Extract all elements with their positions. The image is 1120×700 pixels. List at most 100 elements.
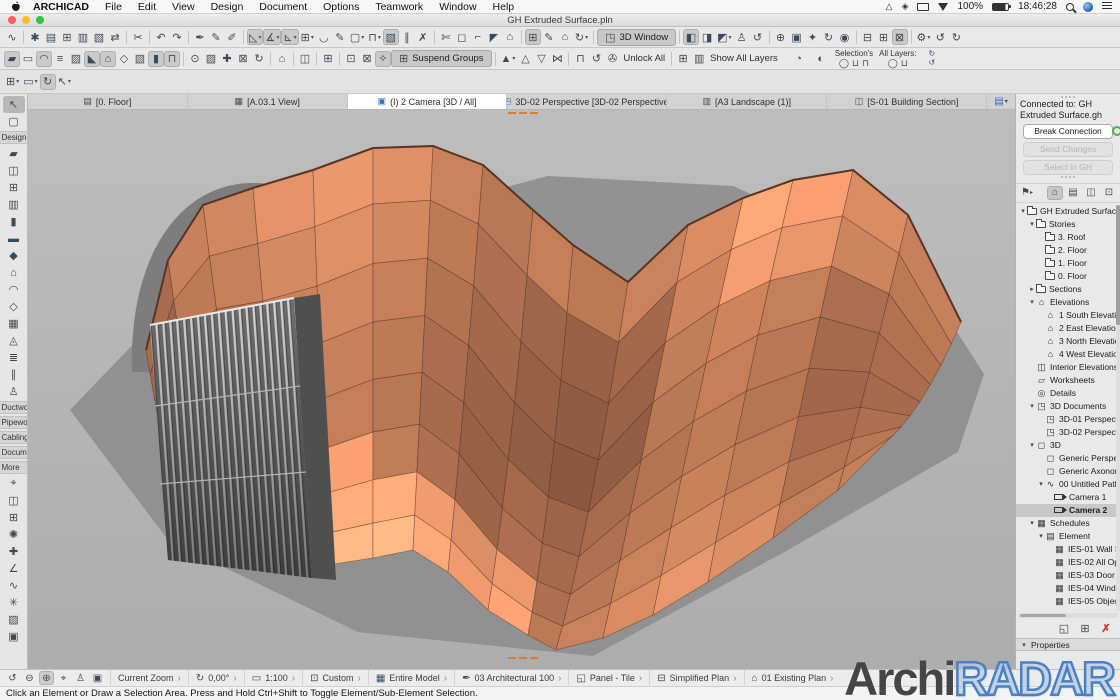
- document-tab[interactable]: ▤[0. Floor]: [28, 94, 188, 109]
- walk-icon[interactable]: ♙: [73, 671, 88, 685]
- slab-segment-icon[interactable]: ≡: [52, 51, 68, 67]
- project-map-button[interactable]: ⌂: [1047, 186, 1063, 200]
- dimension-tool[interactable]: ✚: [3, 543, 25, 560]
- walk-mode-icon[interactable]: ♙: [734, 29, 750, 45]
- select-in-gh-button[interactable]: Select in GH: [1023, 160, 1113, 175]
- 3d-projection-icon[interactable]: ◩▾: [715, 29, 733, 45]
- pan-icon[interactable]: ⌖: [56, 671, 71, 685]
- layer-combination-control[interactable]: ⊡Custom›: [302, 670, 368, 686]
- tree-item[interactable]: ▦IES-03 Door Sch: [1016, 569, 1120, 582]
- organizer-icon[interactable]: ▧: [91, 29, 107, 45]
- tree-item[interactable]: ▾GH Extruded Surface: [1016, 205, 1120, 218]
- tree-item[interactable]: ▾∿00 Untitled Path: [1016, 478, 1120, 491]
- gh-connection-icon[interactable]: ∿: [4, 29, 20, 45]
- layer-settings-icon[interactable]: ⊞: [675, 51, 691, 67]
- photo-render-icon[interactable]: ▣: [789, 29, 805, 45]
- tree-disclosure-icon[interactable]: ▾: [1028, 298, 1036, 306]
- zoom-control[interactable]: Current Zoom›: [110, 670, 188, 686]
- undo-icon[interactable]: ↶: [153, 29, 169, 45]
- tree-item[interactable]: ▾◳3D Documents: [1016, 400, 1120, 413]
- tree-item[interactable]: ▾▤Element: [1016, 530, 1120, 543]
- paste-settings-icon[interactable]: ⊞: [876, 29, 892, 45]
- door-tool[interactable]: ◫: [3, 162, 25, 179]
- graphic-overrides-control[interactable]: ⊟Simplified Plan›: [649, 670, 743, 686]
- window-tool[interactable]: ⊞: [3, 179, 25, 196]
- document-tab[interactable]: ◳3D-02 Perspective [3D-02 Perspective]: [507, 94, 667, 109]
- viewpoint-settings-button[interactable]: ◱: [1056, 621, 1072, 635]
- update-icon[interactable]: ↻: [948, 29, 964, 45]
- unlock-elements-icon[interactable]: ↺: [588, 51, 604, 67]
- pen-set-control[interactable]: ✒03 Architectural 100›: [454, 670, 568, 686]
- renovation-filter-control[interactable]: ⌂01 Existing Plan›: [744, 670, 841, 686]
- slab-tool[interactable]: ◆: [3, 247, 25, 264]
- tree-item[interactable]: ▦IES-05 Object I: [1016, 595, 1120, 608]
- reload-icon[interactable]: ↺: [932, 29, 948, 45]
- close-palette-icon[interactable]: ✗: [415, 29, 431, 45]
- settings-icon[interactable]: ⚙▾: [915, 29, 933, 45]
- move-group-icon[interactable]: ⊞: [525, 29, 541, 45]
- all-layers-show-icon[interactable]: ◯: [888, 59, 898, 68]
- tree-item[interactable]: ▾▦Schedules: [1016, 517, 1120, 530]
- camera-settings-icon[interactable]: ▣: [90, 671, 105, 685]
- column-segment-icon[interactable]: ▮: [148, 51, 164, 67]
- door-segment-icon[interactable]: ◠: [36, 51, 52, 67]
- properties-header[interactable]: ▾ Properties: [1016, 638, 1120, 651]
- figure-tool[interactable]: ▨: [3, 611, 25, 628]
- tree-disclosure-icon[interactable]: ▾: [1028, 519, 1036, 527]
- scale-control[interactable]: ▭1:100›: [244, 670, 302, 686]
- status-icon-2[interactable]: ◈: [902, 1, 909, 12]
- hide-layer-icon[interactable]: ◔: [791, 51, 807, 67]
- save-icon[interactable]: ⊞: [59, 29, 75, 45]
- favorites-icon[interactable]: ⊠: [892, 29, 908, 45]
- sync-icon[interactable]: ↻▾: [573, 29, 590, 45]
- intersect-icon[interactable]: ◤: [486, 29, 502, 45]
- 3d-style-shaded-icon[interactable]: ◨: [699, 29, 715, 45]
- columns-icon[interactable]: ∥: [399, 29, 415, 45]
- battery-icon[interactable]: [992, 3, 1009, 11]
- tree-item[interactable]: Camera 1: [1016, 491, 1120, 504]
- document-tab[interactable]: ◫[S-01 Building Section]: [827, 94, 987, 109]
- snap-points-icon[interactable]: ⊾▾: [281, 29, 298, 45]
- undo-layers-icon[interactable]: ↺: [929, 59, 936, 68]
- construction-box-icon[interactable]: ▢▾: [348, 29, 366, 45]
- spline-tool[interactable]: ∿: [3, 577, 25, 594]
- menu-window[interactable]: Window: [431, 1, 484, 13]
- spotlight-icon[interactable]: [1066, 3, 1074, 11]
- beam-segment-icon[interactable]: ⊓: [164, 51, 180, 67]
- tree-item[interactable]: ▦IES-01 Wall Sch: [1016, 543, 1120, 556]
- shell-tool[interactable]: ◠: [3, 281, 25, 298]
- trim-icon[interactable]: ✄: [438, 29, 454, 45]
- layout-book-button[interactable]: ◫: [1083, 186, 1099, 200]
- open-file-icon[interactable]: ▤: [43, 29, 59, 45]
- tree-item[interactable]: 0. Floor: [1016, 270, 1120, 283]
- tree-disclosure-icon[interactable]: ▾: [1019, 207, 1027, 215]
- selection-hide-icon[interactable]: ◯: [839, 59, 849, 68]
- zoom-out-icon[interactable]: ⊖: [22, 671, 37, 685]
- toolbox-group-document[interactable]: Docume: [0, 446, 28, 459]
- railing-tool[interactable]: ∥: [3, 366, 25, 383]
- beam-tool[interactable]: ▬: [3, 230, 25, 247]
- magic-wand-icon[interactable]: ✧: [375, 51, 391, 67]
- tree-disclosure-icon[interactable]: ▾: [1028, 402, 1036, 410]
- shell-segment-icon[interactable]: ⌂: [100, 51, 116, 67]
- siri-icon[interactable]: [1083, 2, 1093, 12]
- unlock-all-label[interactable]: Unlock All: [623, 53, 665, 64]
- roof-tool[interactable]: ⌂: [3, 264, 25, 281]
- grid-snap-icon[interactable]: ⊞▾: [299, 29, 316, 45]
- tree-item[interactable]: ⌂2 East Elevation (A: [1016, 322, 1120, 335]
- notification-center-icon[interactable]: [1102, 2, 1112, 11]
- marker-tool[interactable]: ⌖: [3, 475, 25, 492]
- tree-item[interactable]: ▦IES-02 All Open: [1016, 556, 1120, 569]
- layers-quick-icon[interactable]: ▧: [383, 29, 399, 45]
- tree-item[interactable]: 2. Floor: [1016, 244, 1120, 257]
- menu-options[interactable]: Options: [315, 1, 367, 13]
- rotate-icon[interactable]: ↻: [251, 51, 267, 67]
- send-changes-button[interactable]: Send Changes: [1023, 142, 1113, 157]
- menu-help[interactable]: Help: [485, 1, 523, 13]
- tree-item[interactable]: ⌂1 South Elevation (A: [1016, 309, 1120, 322]
- copy-settings-icon[interactable]: ⊟: [860, 29, 876, 45]
- toolbox-group-design[interactable]: Design: [0, 131, 28, 144]
- rotate-view-button[interactable]: ↻: [40, 74, 56, 90]
- section-tool[interactable]: ◫: [3, 492, 25, 509]
- tree-item[interactable]: ▾⌂Elevations: [1016, 296, 1120, 309]
